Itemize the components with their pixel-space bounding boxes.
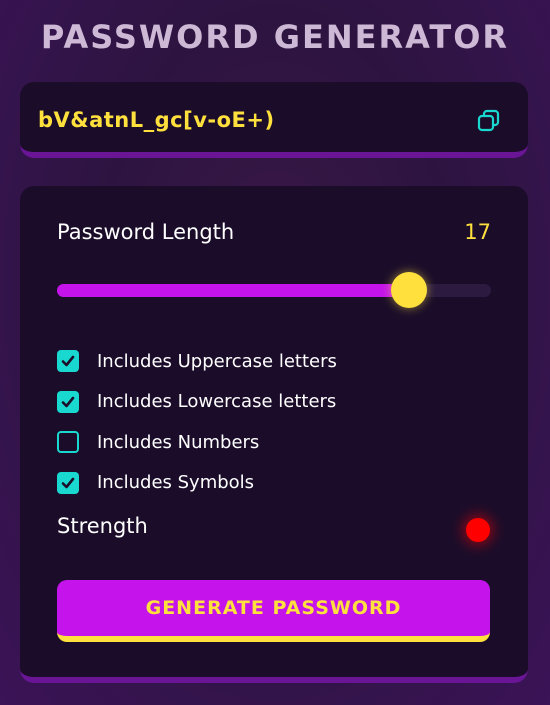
length-value: 17: [464, 220, 491, 244]
options-list: Includes Uppercase letters Includes Lowe…: [57, 341, 497, 503]
length-slider[interactable]: [57, 272, 491, 308]
uppercase-checkbox[interactable]: [57, 350, 79, 373]
option-label: Includes Symbols: [97, 472, 255, 494]
settings-card: Password Length 17 Includes Uppercase le…: [20, 186, 528, 683]
password-text: bV&atnL_gc[v-oE+): [38, 108, 275, 132]
option-lowercase[interactable]: Includes Lowercase letters: [57, 382, 497, 423]
option-symbols[interactable]: Includes Symbols: [57, 463, 497, 504]
password-display: bV&atnL_gc[v-oE+): [20, 82, 528, 158]
slider-fill: [57, 284, 409, 297]
numbers-checkbox[interactable]: [57, 431, 79, 454]
checkmark-icon: [61, 477, 75, 489]
strength-label: Strength: [57, 514, 148, 538]
page-title: PASSWORD GENERATOR: [40, 18, 510, 56]
checkmark-icon: [61, 396, 75, 408]
length-label: Password Length: [57, 220, 235, 244]
option-uppercase[interactable]: Includes Uppercase letters: [57, 341, 497, 382]
slider-thumb[interactable]: [390, 272, 427, 308]
option-label: Includes Numbers: [97, 431, 260, 453]
copy-icon: [477, 109, 500, 132]
copy-button[interactable]: [476, 108, 502, 134]
option-label: Includes Uppercase letters: [97, 350, 337, 372]
symbols-checkbox[interactable]: [57, 471, 79, 494]
generate-password-button[interactable]: GENERATE PASSWORD: [57, 580, 490, 642]
option-numbers[interactable]: Includes Numbers: [57, 422, 497, 463]
option-label: Includes Lowercase letters: [97, 391, 337, 413]
lowercase-checkbox[interactable]: [57, 390, 79, 413]
checkmark-icon: [61, 355, 75, 367]
strength-indicator: [466, 518, 490, 542]
